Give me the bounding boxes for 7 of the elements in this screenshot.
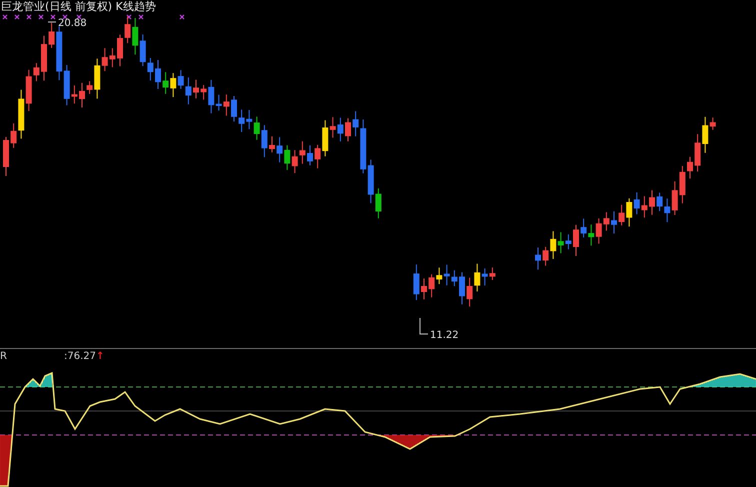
indicator-name: R (0, 351, 8, 363)
price-label: 11.22 (430, 330, 459, 341)
price-label: 20.88 (58, 18, 87, 29)
chart-title: 巨龙管业(日线 前复权) K线趋势 (1, 0, 156, 14)
leader-line (420, 318, 428, 334)
indicator-value: :76.27 (64, 351, 96, 363)
trend-arrow: ↑ (96, 351, 104, 363)
